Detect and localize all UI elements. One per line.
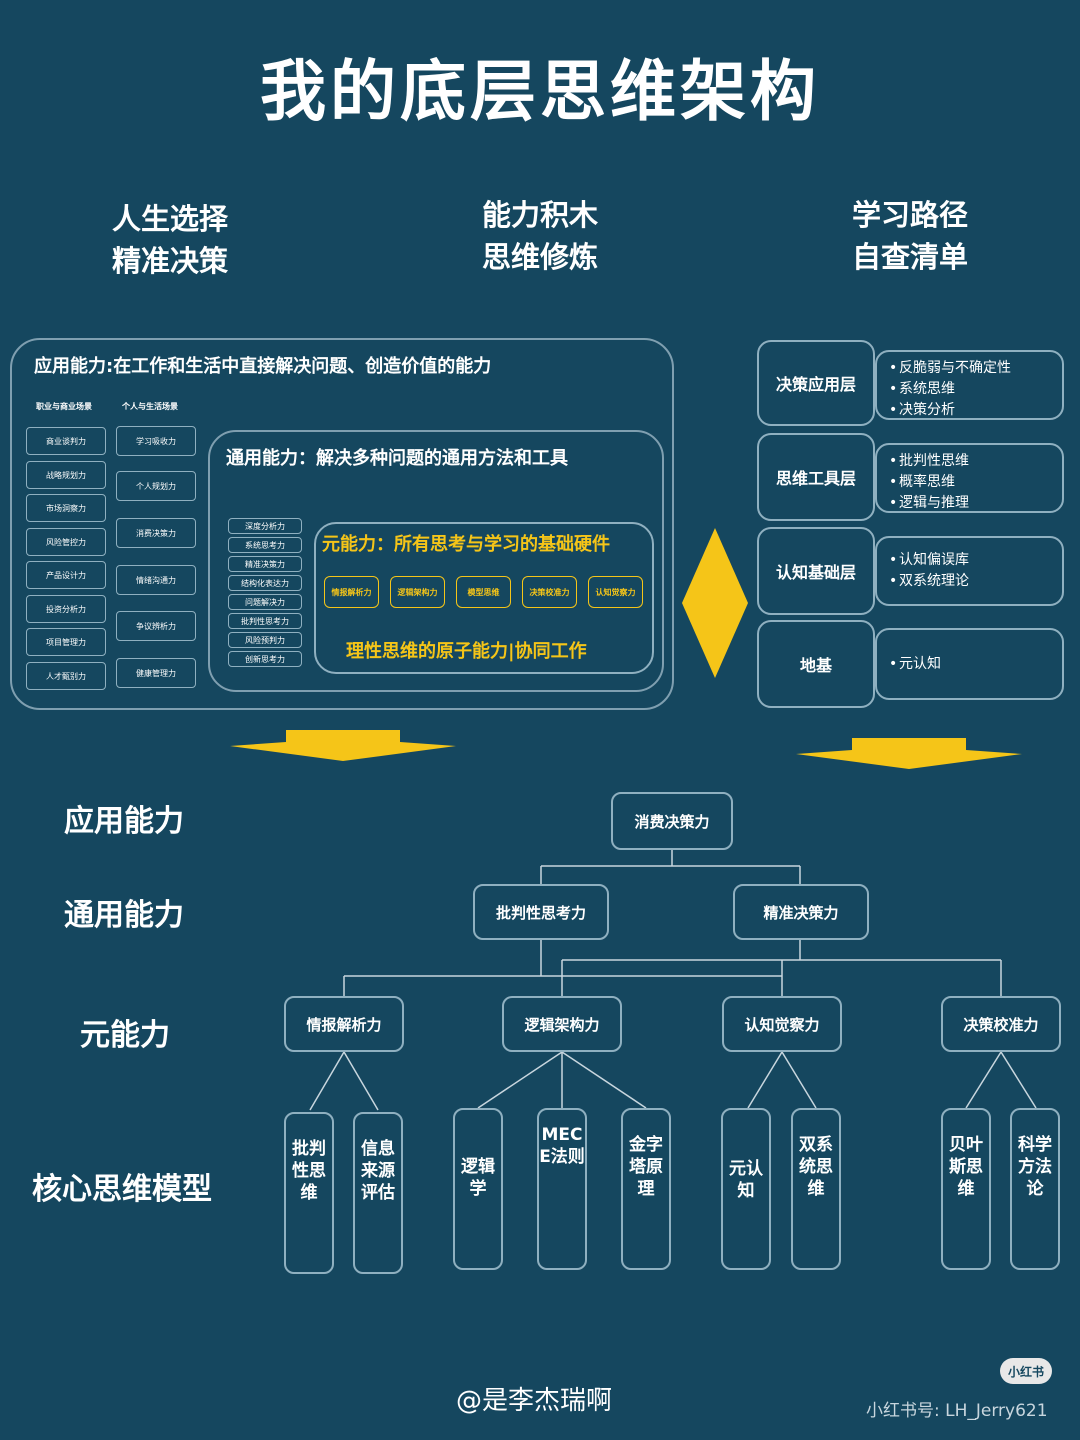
account-id: 小红书号: LH_Jerry621 [866, 1401, 1048, 1421]
model-node: 批判性思维 [284, 1112, 334, 1274]
model-node: 贝叶斯思维 [941, 1108, 991, 1270]
tree-root-node: 消费决策力 [611, 792, 733, 850]
model-node: MECE法则 [537, 1108, 587, 1270]
author-handle: @是李杰瑞啊 [456, 1386, 613, 1416]
model-node: 逻辑学 [453, 1108, 503, 1270]
tree-meta-node: 决策校准力 [941, 996, 1061, 1052]
tree-general-node: 精准决策力 [733, 884, 869, 940]
model-node: 金字塔原理 [621, 1108, 671, 1270]
model-node: 元认知 [721, 1108, 771, 1270]
tree-meta-node: 逻辑架构力 [502, 996, 622, 1052]
tree-meta-node: 情报解析力 [284, 996, 404, 1052]
xiaohongshu-logo: 小红书 [1000, 1358, 1052, 1384]
model-node: 科学方法论 [1010, 1108, 1060, 1270]
model-node: 信息来源评估 [353, 1112, 403, 1274]
model-node: 双系统思维 [791, 1108, 841, 1270]
tree-meta-node: 认知觉察力 [722, 996, 842, 1052]
tree-general-node: 批判性思考力 [473, 884, 609, 940]
